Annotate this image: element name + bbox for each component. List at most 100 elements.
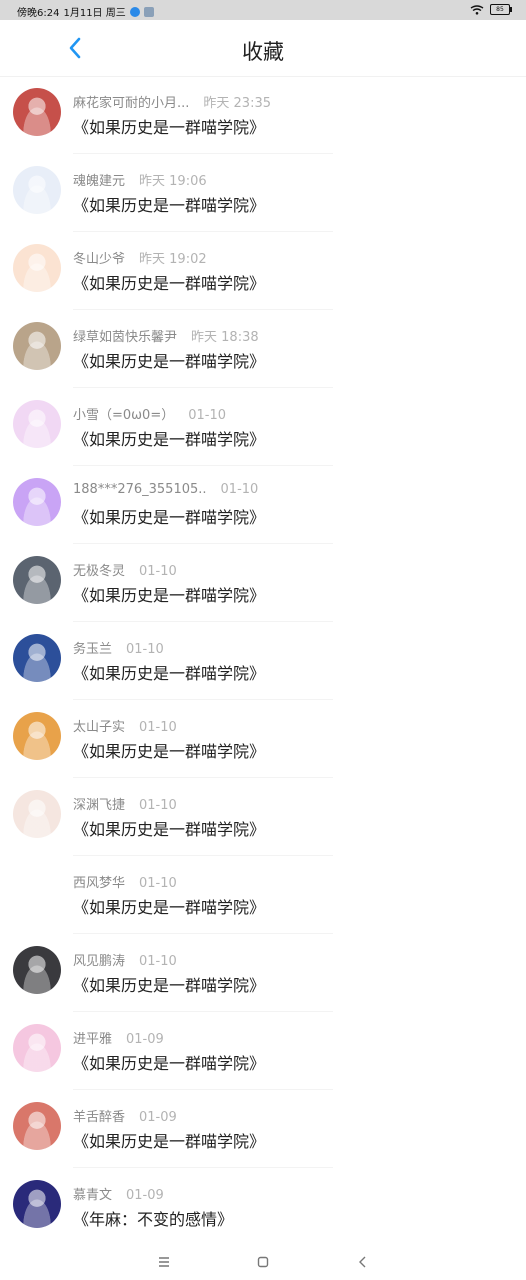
status-right: 85 [470, 4, 512, 15]
avatar[interactable] [13, 634, 61, 682]
battery-icon: 85 [490, 4, 512, 15]
book-title[interactable]: 《如果历史是一群喵学院》 [73, 426, 265, 450]
book-title[interactable]: 《如果历史是一群喵学院》 [73, 114, 265, 138]
favorites-list: 麻花家可耐的小月... 昨天 23:35 《如果历史是一群喵学院》 魂魄建元 昨天 19… [0, 76, 526, 1246]
favorite-item[interactable]: 无极冬灵 01-10 《如果历史是一群喵学院》 [0, 544, 526, 622]
favorite-item[interactable]: 西风梦华 01-10 《如果历史是一群喵学院》 [0, 856, 526, 934]
back-arrow-icon[interactable] [353, 1252, 373, 1272]
user-name[interactable]: 无极冬灵 [73, 564, 125, 579]
user-name[interactable]: 魂魄建元 [73, 174, 125, 189]
status-bar: 傍晚6:24 1月11日 周三 85 [0, 0, 526, 20]
home-square-icon[interactable] [253, 1252, 273, 1272]
timestamp: 昨天 18:38 [191, 330, 259, 345]
avatar[interactable] [13, 88, 61, 136]
user-name[interactable]: 深渊飞捷 [73, 798, 125, 813]
avatar[interactable] [13, 1180, 61, 1228]
avatar[interactable] [13, 244, 61, 292]
book-title[interactable]: 《如果历史是一群喵学院》 [73, 582, 265, 606]
avatar[interactable] [13, 712, 61, 760]
favorite-item[interactable]: 冬山少爷 昨天 19:02 《如果历史是一群喵学院》 [0, 232, 526, 310]
timestamp: 昨天 19:02 [139, 252, 207, 267]
user-name[interactable]: 小雪（=0ω0=） [73, 408, 174, 423]
user-name[interactable]: 务玉兰 [73, 642, 112, 657]
avatar[interactable] [13, 556, 61, 604]
avatar[interactable] [13, 1102, 61, 1150]
user-name[interactable]: 冬山少爷 [73, 252, 125, 267]
favorite-item[interactable]: 深渊飞捷 01-10 《如果历史是一群喵学院》 [0, 778, 526, 856]
book-title[interactable]: 《如果历史是一群喵学院》 [73, 1050, 265, 1074]
avatar[interactable] [13, 790, 61, 838]
item-meta: 麻花家可耐的小月... 昨天 23:35 [73, 92, 271, 111]
book-title[interactable]: 《如果历史是一群喵学院》 [73, 816, 265, 840]
item-meta: 深渊飞捷 01-10 [73, 794, 177, 813]
menu-icon[interactable] [154, 1252, 174, 1272]
favorite-item[interactable]: 进平雅 01-09 《如果历史是一群喵学院》 [0, 1012, 526, 1090]
item-meta: 188***276_355105.. 01-10 [73, 482, 258, 497]
item-meta: 风见鹏涛 01-10 [73, 950, 177, 969]
user-name[interactable]: 麻花家可耐的小月... [73, 96, 189, 111]
avatar[interactable] [13, 1024, 61, 1072]
item-meta: 太山子实 01-10 [73, 716, 177, 735]
favorite-item[interactable]: 羊舌醉香 01-09 《如果历史是一群喵学院》 [0, 1090, 526, 1168]
book-title[interactable]: 《如果历史是一群喵学院》 [73, 660, 265, 684]
avatar[interactable] [13, 322, 61, 370]
timestamp: 01-09 [139, 1110, 177, 1125]
timestamp: 01-10 [139, 798, 177, 813]
item-meta: 绿草如茵快乐馨尹 昨天 18:38 [73, 326, 259, 345]
status-left: 傍晚6:24 1月11日 周三 [17, 4, 154, 19]
timestamp: 01-10 [139, 564, 177, 579]
book-title[interactable]: 《如果历史是一群喵学院》 [73, 738, 265, 762]
item-meta: 务玉兰 01-10 [73, 638, 164, 657]
favorite-item[interactable]: 188***276_355105.. 01-10 《如果历史是一群喵学院》 [0, 466, 526, 544]
item-meta: 慕青文 01-09 [73, 1184, 164, 1203]
book-title[interactable]: 《如果历史是一群喵学院》 [73, 1128, 265, 1152]
book-title[interactable]: 《如果历史是一群喵学院》 [73, 894, 265, 918]
favorite-item[interactable]: 绿草如茵快乐馨尹 昨天 18:38 《如果历史是一群喵学院》 [0, 310, 526, 388]
avatar[interactable] [13, 946, 61, 994]
page-title: 收藏 [242, 40, 284, 64]
item-meta: 无极冬灵 01-10 [73, 560, 177, 579]
user-name[interactable]: 风见鹏涛 [73, 954, 125, 969]
avatar[interactable] [13, 166, 61, 214]
favorite-item[interactable]: 务玉兰 01-10 《如果历史是一群喵学院》 [0, 622, 526, 700]
item-meta: 小雪（=0ω0=） 01-10 [73, 404, 226, 423]
user-name[interactable]: 188***276_355105.. [73, 482, 207, 497]
favorite-item[interactable]: 小雪（=0ω0=） 01-10 《如果历史是一群喵学院》 [0, 388, 526, 466]
favorite-item[interactable]: 风见鹏涛 01-10 《如果历史是一群喵学院》 [0, 934, 526, 1012]
item-meta: 魂魄建元 昨天 19:06 [73, 170, 207, 189]
avatar[interactable] [13, 400, 61, 448]
avatar[interactable] [13, 868, 61, 916]
user-name[interactable]: 进平雅 [73, 1032, 112, 1047]
favorite-item[interactable]: 魂魄建元 昨天 19:06 《如果历史是一群喵学院》 [0, 154, 526, 232]
status-date: 1月11日 周三 [63, 8, 126, 19]
favorite-item[interactable]: 太山子实 01-10 《如果历史是一群喵学院》 [0, 700, 526, 778]
timestamp: 01-10 [188, 408, 226, 423]
user-name[interactable]: 慕青文 [73, 1188, 112, 1203]
book-title[interactable]: 《如果历史是一群喵学院》 [73, 972, 265, 996]
favorite-item[interactable]: 慕青文 01-09 《年麻：不变的感情》 [0, 1168, 526, 1246]
status-time: 傍晚6:24 [17, 8, 60, 19]
timestamp: 01-09 [126, 1032, 164, 1047]
system-nav-bar [0, 1244, 526, 1280]
timestamp: 01-10 [139, 954, 177, 969]
timestamp: 01-10 [220, 482, 259, 497]
timestamp: 01-10 [139, 720, 177, 735]
timestamp: 昨天 23:35 [203, 96, 272, 111]
book-title[interactable]: 《如果历史是一群喵学院》 [73, 270, 265, 294]
item-meta: 西风梦华 01-10 [73, 872, 177, 891]
book-title[interactable]: 《年麻：不变的感情》 [73, 1206, 233, 1230]
book-title[interactable]: 《如果历史是一群喵学院》 [73, 504, 265, 528]
timestamp: 01-10 [139, 876, 177, 891]
user-name[interactable]: 西风梦华 [73, 876, 125, 891]
user-name[interactable]: 太山子实 [73, 720, 125, 735]
book-title[interactable]: 《如果历史是一群喵学院》 [73, 192, 265, 216]
avatar[interactable] [13, 478, 61, 526]
notification-app-icon [129, 6, 140, 17]
favorite-item[interactable]: 麻花家可耐的小月... 昨天 23:35 《如果历史是一群喵学院》 [0, 76, 526, 154]
battery-level: 85 [496, 6, 504, 13]
item-meta: 冬山少爷 昨天 19:02 [73, 248, 207, 267]
book-title[interactable]: 《如果历史是一群喵学院》 [73, 348, 265, 372]
wifi-icon [470, 4, 484, 15]
user-name[interactable]: 绿草如茵快乐馨尹 [73, 330, 177, 345]
user-name[interactable]: 羊舌醉香 [73, 1110, 125, 1125]
